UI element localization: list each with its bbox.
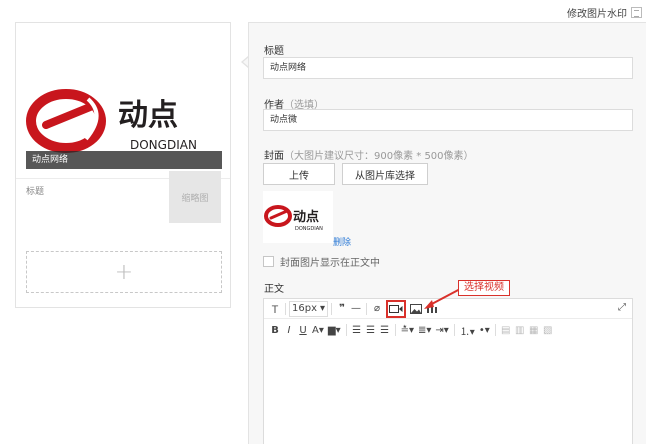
cover-hint: （大图片建议尺寸：900像素 * 500像素） (284, 151, 474, 162)
toolbar-divider (394, 324, 396, 336)
article-preview-panel: 动点 DONGDIAN 动点网络 标题 缩略图 + (15, 22, 231, 308)
logo-cn-text: 动点 (118, 98, 178, 133)
table-row-icon[interactable]: ▥ (513, 322, 527, 338)
horizontal-rule-icon[interactable]: — (349, 301, 363, 317)
chevron-down-icon: ▾ (320, 303, 326, 314)
thumb-logo-cn: 动点 (293, 209, 319, 225)
table-merge-icon[interactable]: ▧ (541, 322, 555, 338)
show-cover-option[interactable]: 封面图片显示在正文中 (263, 254, 380, 269)
text-style-icon[interactable]: Ｔ (268, 301, 282, 317)
cover-caption: 动点网络 (26, 151, 222, 169)
align-right-icon[interactable]: ☰ (378, 322, 392, 338)
thumb-logo-en: DONGDIAN (295, 226, 323, 232)
line-spacing-icon[interactable]: ≣▾ (416, 322, 433, 338)
cover-thumbnail: 动点 DONGDIAN (263, 191, 333, 243)
thumbnail-placeholder[interactable]: 缩略图 (169, 171, 221, 223)
cover-label-text: 封面 (264, 151, 284, 162)
show-cover-label: 封面图片显示在正文中 (280, 258, 380, 269)
item-title: 标题 (26, 187, 45, 197)
quote-icon[interactable]: ❞ (335, 301, 349, 317)
watermark-option[interactable]: 修改图片水印 (567, 5, 642, 20)
show-cover-checkbox[interactable] (263, 256, 274, 267)
rich-text-editor[interactable]: Ｔ 16px ▾ ❞ — ⌀ ⤢ B I U A▾ ▆▾ ☰ ☰ ☰ ≛▾ ≣▾… (263, 298, 633, 444)
toolbar-divider (331, 302, 333, 315)
align-center-icon[interactable]: ☰ (364, 322, 378, 338)
cover-label: 封面（大图片建议尺寸：900像素 * 500像素） (264, 147, 474, 162)
insert-video-button[interactable] (386, 299, 407, 318)
indent-icon[interactable]: ⇥▾ (433, 322, 450, 338)
expand-icon[interactable]: ⤢ (618, 302, 626, 313)
video-icon (389, 304, 403, 313)
editor-toolbar-secondary: B I U A▾ ▆▾ ☰ ☰ ☰ ≛▾ ≣▾ ⇥▾ ⒈▾ •▾ ▤ ▥ ▦ ▧ (264, 320, 632, 340)
format-brush-icon[interactable]: ⌀ (370, 301, 384, 317)
align-left-icon[interactable]: ☰ (350, 322, 364, 338)
article-edit-form: 标题 动点网络 作者（选填） 动点微 封面（大图片建议尺寸：900像素 * 50… (248, 22, 646, 444)
table-icon[interactable]: ▤ (499, 322, 513, 338)
toolbar-divider (345, 324, 347, 336)
toolbar-divider (453, 324, 455, 336)
delete-cover-link[interactable]: 删除 (333, 235, 351, 248)
font-size-select[interactable]: 16px ▾ (289, 300, 329, 317)
title-input[interactable]: 动点网络 (263, 57, 633, 79)
upload-button[interactable]: 上传 (263, 163, 335, 185)
body-label: 正文 (264, 284, 284, 295)
underline-icon[interactable]: U (296, 322, 310, 338)
toolbar-divider (285, 302, 286, 315)
ordered-list-icon[interactable]: ⒈▾ (458, 322, 477, 338)
title-label: 标题 (264, 46, 284, 57)
background-color-icon[interactable]: ▆▾ (326, 322, 343, 338)
select-video-callout: 选择视频 (458, 280, 510, 296)
author-input[interactable]: 动点微 (263, 109, 633, 131)
choose-from-library-button[interactable]: 从图片库选择 (342, 163, 428, 185)
watermark-label: 修改图片水印 (567, 9, 627, 20)
unordered-list-icon[interactable]: •▾ (477, 322, 492, 338)
paragraph-spacing-icon[interactable]: ≛▾ (399, 322, 416, 338)
font-size-value: 16px (292, 303, 317, 314)
table-col-icon[interactable]: ▦ (527, 322, 541, 338)
font-color-icon[interactable]: A▾ (310, 322, 326, 338)
logo-en-text: DONGDIAN (130, 138, 197, 152)
add-article-button[interactable]: + (26, 251, 222, 293)
watermark-icon[interactable] (631, 7, 642, 18)
italic-icon[interactable]: I (282, 322, 296, 338)
toolbar-divider (494, 324, 496, 336)
bold-icon[interactable]: B (268, 322, 282, 338)
toolbar-divider (366, 302, 368, 315)
